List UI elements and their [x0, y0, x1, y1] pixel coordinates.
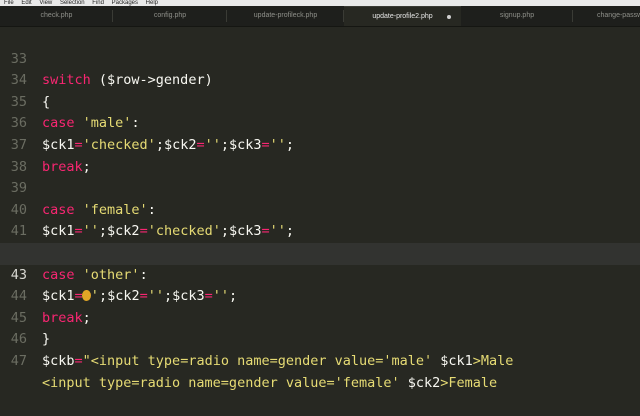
- tab-label: signup.php: [499, 12, 535, 19]
- code-line[interactable]: 44 break;: [0, 265, 640, 326]
- code-line[interactable]: 42 case 'other':: [0, 221, 640, 283]
- tab-check-php[interactable]: check.php: [0, 6, 113, 26]
- code-line[interactable]: 46 $ckb="<input type=radio name=gender v…: [0, 308, 640, 369]
- tab-label: check.php: [40, 12, 73, 19]
- code-line[interactable]: 34 {: [0, 49, 640, 110]
- code-text: $ckb="<input type=radio name=gender valu…: [42, 352, 514, 369]
- code-line[interactable]: 39 case 'female':: [0, 157, 640, 218]
- code-line[interactable]: 35 case 'male':: [0, 70, 640, 132]
- code-line[interactable]: 40 $ck1='';$ck2='checked';$ck3='';: [0, 178, 640, 240]
- tab-change-password[interactable]: change-passw: [573, 6, 640, 26]
- line-number: 47: [10, 352, 27, 369]
- tab-update-profileck-php[interactable]: update-profileck.php: [227, 6, 344, 26]
- tab-bar: check.php config.php update-profileck.ph…: [0, 6, 640, 27]
- tab-label: change-passw: [597, 12, 640, 19]
- code-line[interactable]: 41 break;: [0, 200, 640, 261]
- tab-config-php[interactable]: config.php: [113, 6, 227, 26]
- code-line[interactable]: 37 break;: [0, 113, 640, 175]
- code-line[interactable]: 47 <input type=radio name=gender value='…: [0, 329, 640, 391]
- code-editor[interactable]: 33 switch ($row->gender) 34 { 35 case 'm…: [0, 27, 640, 391]
- tab-label: config.php: [153, 12, 187, 19]
- code-text: <input type=radio name=gender value='fem…: [42, 374, 498, 391]
- tab-update-profile2-php[interactable]: update-profile2.php: [344, 6, 461, 26]
- code-line[interactable]: 45 }: [0, 286, 640, 348]
- tab-signup-php[interactable]: signup.php: [461, 6, 573, 26]
- code-line[interactable]: 38: [0, 135, 640, 175]
- code-line[interactable]: 33 switch ($row->gender): [0, 27, 640, 89]
- modified-dot-icon[interactable]: [447, 15, 451, 19]
- code-line-current[interactable]: 43 $ck1='';$ck2='';$ck3='';: [0, 243, 640, 304]
- code-line[interactable]: 36 $ck1='checked';$ck2='';$ck3='';: [0, 92, 640, 153]
- tab-label: update-profileck.php: [253, 12, 318, 19]
- tab-label: update-profile2.php: [372, 13, 433, 20]
